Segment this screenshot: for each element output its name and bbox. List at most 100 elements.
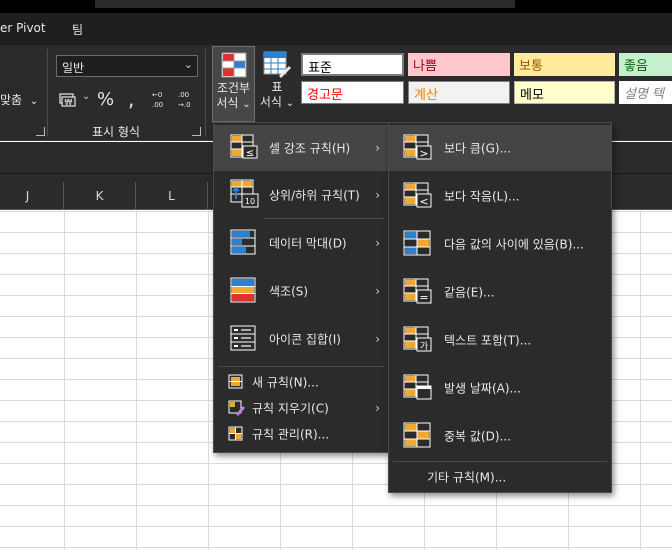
submenu-item-between[interactable]: 다음 값의 사이에 있음(B)... bbox=[389, 221, 611, 267]
alignment-dialog-launcher[interactable] bbox=[36, 127, 45, 136]
menu-item-label: 셀 강조 규칙(H) bbox=[269, 141, 351, 156]
conditional-formatting-label1: 조건부 bbox=[216, 81, 251, 95]
submenu-item-label: 같음(E)... bbox=[444, 285, 495, 300]
menu-item-manage-rules[interactable]: 규칙 관리(R)... bbox=[214, 422, 388, 446]
menu-item-icon-sets[interactable]: 아이콘 집합(I) › bbox=[214, 316, 388, 362]
greater-than-icon: > bbox=[403, 134, 432, 160]
duplicate-values-icon bbox=[403, 422, 431, 448]
svg-text:<: < bbox=[419, 195, 428, 208]
submenu-item-label: 보다 작음(L)... bbox=[444, 189, 520, 204]
color-scales-icon bbox=[230, 277, 256, 303]
text-contains-icon: 가 bbox=[403, 326, 432, 352]
equal-to-icon: = bbox=[403, 278, 432, 304]
number-format-select[interactable]: 일반 ⌄ bbox=[56, 55, 198, 77]
submenu-item-less-than[interactable]: < 보다 작음(L)... bbox=[389, 173, 611, 219]
submenu-item-more-rules[interactable]: 기타 규칙(M)... bbox=[389, 465, 611, 489]
top-bottom-rules-icon: 10 bbox=[230, 179, 259, 208]
svg-text:.00: .00 bbox=[178, 91, 189, 99]
increase-decimal-button[interactable]: ←0 .00 bbox=[150, 89, 172, 109]
submenu-item-label: 다음 값의 사이에 있음(B)... bbox=[444, 237, 584, 252]
submenu-item-greater-than[interactable]: > 보다 큼(G)... bbox=[389, 125, 611, 171]
menu-item-label: 색조(S) bbox=[269, 284, 309, 299]
menu-item-highlight-cells-rules[interactable]: ≤ 셀 강조 규칙(H) › bbox=[214, 125, 388, 171]
comma-style-button[interactable]: , bbox=[128, 87, 134, 111]
svg-text:←0: ←0 bbox=[152, 91, 162, 99]
chevron-right-icon: › bbox=[375, 236, 380, 250]
svg-text:>: > bbox=[419, 147, 428, 160]
accounting-format-button[interactable]: ₩ ⌄ bbox=[58, 89, 92, 111]
menu-separator bbox=[393, 461, 607, 462]
data-bars-icon bbox=[230, 229, 256, 255]
title-strip-inner bbox=[95, 0, 515, 8]
increase-decimal-icon: ←0 .00 bbox=[152, 91, 163, 109]
currency-icon: ₩ bbox=[59, 93, 76, 107]
number-format-value: 일반 bbox=[62, 61, 85, 75]
date-occurring-icon bbox=[403, 374, 432, 400]
title-strip bbox=[0, 0, 672, 13]
decrease-decimal-button[interactable]: .00 →.0 bbox=[176, 89, 198, 109]
submenu-item-label: 보다 큼(G)... bbox=[444, 141, 512, 156]
menu-separator bbox=[264, 218, 384, 219]
conditional-formatting-button[interactable]: 조건부 서식 ⌄ bbox=[212, 46, 255, 122]
number-group-label: 표시 형식 bbox=[92, 125, 140, 139]
svg-text:가: 가 bbox=[420, 341, 428, 352]
chevron-right-icon: › bbox=[375, 188, 380, 202]
chevron-right-icon: › bbox=[375, 284, 380, 298]
style-neutral[interactable]: 보통 bbox=[514, 53, 615, 76]
new-rule-icon bbox=[228, 374, 243, 389]
highlight-cells-submenu: > 보다 큼(G)... < 보다 작음(L)... 다음 값의 사이에 있음(… bbox=[388, 122, 612, 493]
svg-text:10: 10 bbox=[245, 197, 255, 206]
menu-item-new-rule[interactable]: 새 규칙(N)... bbox=[214, 370, 388, 394]
chevron-down-icon: ⌄ bbox=[242, 99, 251, 110]
chevron-down-icon: ⌄ bbox=[285, 98, 295, 109]
column-header-k[interactable]: K bbox=[64, 182, 136, 210]
style-note[interactable]: 메모 bbox=[514, 81, 615, 104]
menu-item-color-scales[interactable]: 색조(S) › bbox=[214, 268, 388, 314]
menu-item-data-bars[interactable]: 데이터 막대(D) › bbox=[214, 220, 388, 266]
format-as-table-icon bbox=[263, 51, 291, 78]
menu-item-label: 상위/하위 규칙(T) bbox=[269, 188, 360, 203]
submenu-item-equal-to[interactable]: = 같음(E)... bbox=[389, 269, 611, 315]
style-explanatory[interactable]: 설명 텍 bbox=[619, 81, 672, 104]
highlight-cells-rules-icon: ≤ bbox=[230, 134, 258, 159]
chevron-down-icon: ⌄ bbox=[29, 96, 39, 107]
submenu-item-label: 발생 날짜(A)... bbox=[444, 381, 521, 396]
style-normal[interactable]: 표준 bbox=[301, 53, 404, 76]
group-separator bbox=[47, 49, 48, 137]
submenu-item-label: 기타 규칙(M)... bbox=[427, 470, 507, 485]
svg-text:₩: ₩ bbox=[65, 98, 73, 107]
less-than-icon: < bbox=[403, 182, 432, 208]
style-good[interactable]: 좋음 bbox=[619, 53, 672, 76]
style-calculation[interactable]: 계산 bbox=[408, 81, 510, 104]
merge-center-button[interactable]: 맞춤 ⌄ bbox=[0, 91, 38, 108]
menu-item-label: 아이콘 집합(I) bbox=[269, 332, 341, 347]
conditional-formatting-menu: ≤ 셀 강조 규칙(H) › 10 상위/하위 규칙(T) › 데이터 막대(D… bbox=[213, 122, 389, 453]
format-as-table-label2: 서식 ⌄ bbox=[259, 95, 295, 109]
submenu-item-label: 중복 값(D)... bbox=[444, 429, 511, 444]
chevron-right-icon: › bbox=[375, 332, 380, 346]
submenu-item-date-occurring[interactable]: 발생 날짜(A)... bbox=[389, 365, 611, 411]
column-header-j[interactable]: J bbox=[0, 182, 64, 210]
menu-separator bbox=[218, 366, 384, 367]
menu-item-label: 데이터 막대(D) bbox=[269, 236, 347, 251]
style-warning[interactable]: 경고문 bbox=[301, 81, 404, 104]
column-header-l[interactable]: L bbox=[136, 182, 208, 210]
menu-item-top-bottom-rules[interactable]: 10 상위/하위 규칙(T) › bbox=[214, 173, 388, 217]
conditional-formatting-label2: 서식 ⌄ bbox=[216, 96, 251, 110]
svg-text:.00: .00 bbox=[152, 101, 163, 109]
submenu-item-text-contains[interactable]: 가 텍스트 포함(T)... bbox=[389, 317, 611, 363]
group-separator bbox=[205, 49, 206, 137]
format-as-table-button[interactable]: 표 서식 ⌄ bbox=[258, 46, 296, 122]
between-icon bbox=[403, 230, 431, 256]
tab-power-pivot[interactable]: er Pivot bbox=[0, 21, 46, 35]
number-dialog-launcher[interactable] bbox=[192, 127, 201, 136]
style-bad[interactable]: 나쁨 bbox=[408, 53, 510, 76]
percent-style-button[interactable]: % bbox=[97, 89, 114, 110]
chevron-down-icon: ⌄ bbox=[183, 58, 193, 71]
menu-item-label: 규칙 관리(R)... bbox=[252, 427, 330, 442]
submenu-item-duplicate-values[interactable]: 중복 값(D)... bbox=[389, 413, 611, 459]
tab-team[interactable]: 팀 bbox=[72, 21, 83, 38]
ribbon-tabs: er Pivot 팀 bbox=[0, 13, 672, 45]
chevron-down-icon: ⌄ bbox=[82, 91, 91, 102]
menu-item-clear-rules[interactable]: 규칙 지우기(C) › bbox=[214, 396, 388, 420]
